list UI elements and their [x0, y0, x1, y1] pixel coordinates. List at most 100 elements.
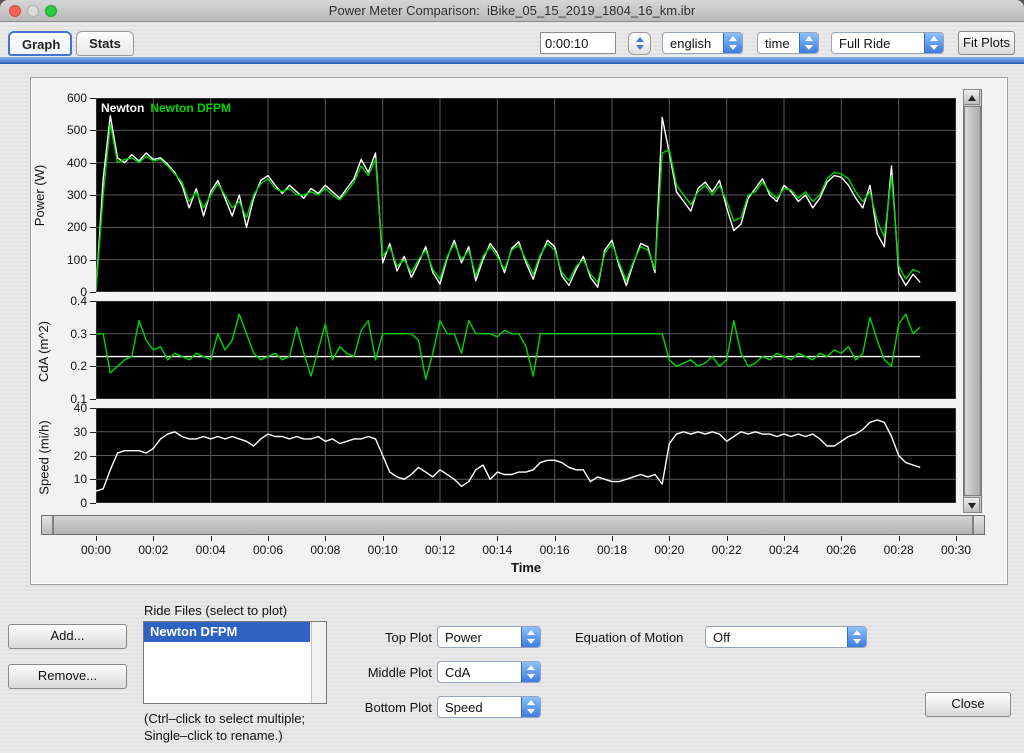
x-tick-label: 00:02: [130, 543, 176, 557]
plot-panel: Power (W) CdA (m^2) Speed (mi/h) NewtonN…: [30, 77, 1008, 585]
equation-of-motion-select[interactable]: Off: [705, 626, 867, 648]
horizontal-scrollbar-thumb[interactable]: [53, 516, 973, 534]
x-tick-mark: [727, 536, 728, 541]
remove-button[interactable]: Remove...: [8, 664, 127, 689]
combo-arrows-icon: [521, 662, 540, 682]
y-tick-label: 500: [31, 123, 87, 137]
cda-chart-plot: [96, 301, 956, 399]
y-tick-label: 300: [31, 188, 87, 202]
middle-plot-value: CdA: [445, 665, 470, 680]
speed-chart-plot: [96, 408, 956, 503]
y-tick-label: 600: [31, 91, 87, 105]
x-tick-label: 00:08: [302, 543, 348, 557]
y-tick-label: 40: [31, 401, 87, 415]
y-tick-mark: [90, 408, 96, 409]
y-tick-mark: [90, 130, 96, 131]
equation-of-motion-value: Off: [713, 630, 730, 645]
x-tick-mark: [669, 536, 670, 541]
x-tick-mark: [325, 536, 326, 541]
y-tick-label: 10: [31, 472, 87, 486]
bottom-plot-label: Bottom Plot: [355, 700, 432, 715]
x-tick-mark: [383, 536, 384, 541]
x-tick-label: 00:24: [761, 543, 807, 557]
y-tick-mark: [90, 366, 96, 367]
scroll-up-button[interactable]: [963, 89, 980, 105]
list-scrollbar[interactable]: [311, 622, 326, 703]
x-tick-label: 00:18: [589, 543, 635, 557]
list-hint: (Ctrl–click to select multiple; Single–c…: [144, 710, 305, 744]
horizontal-scrollbar[interactable]: [41, 515, 985, 535]
stepper-down-icon[interactable]: [636, 45, 644, 50]
y-tick-mark: [90, 432, 96, 433]
legend-newton-dfpm: Newton DFPM: [150, 101, 231, 115]
y-tick-mark: [90, 260, 96, 261]
equation-of-motion-label: Equation of Motion: [575, 630, 683, 645]
hscroll-right-cap[interactable]: [973, 516, 984, 534]
add-button[interactable]: Add...: [8, 624, 127, 649]
ride-range-value: Full Ride: [839, 36, 890, 51]
tab-graph[interactable]: Graph: [8, 31, 72, 56]
power-chart-plot: [96, 98, 956, 292]
tab-stats[interactable]: Stats: [76, 31, 134, 56]
legend-newton: Newton: [101, 101, 144, 115]
time-window-input[interactable]: [540, 32, 616, 54]
x-tick-label: 00:10: [360, 543, 406, 557]
bottom-plot-select[interactable]: Speed: [437, 696, 541, 718]
chart-legend: Newton Newton DFPM: [101, 101, 237, 115]
units-select[interactable]: english: [662, 32, 743, 54]
power-chart[interactable]: [96, 98, 956, 292]
vertical-scrollbar[interactable]: [963, 89, 982, 513]
y-tick-label: 0.2: [31, 359, 87, 373]
x-tick-mark: [899, 536, 900, 541]
middle-plot-select[interactable]: CdA: [437, 661, 541, 683]
fit-plots-button[interactable]: Fit Plots: [958, 31, 1015, 55]
ride-files-label: Ride Files (select to plot): [144, 603, 287, 618]
bottom-plot-value: Speed: [445, 700, 483, 715]
x-tick-label: 00:04: [188, 543, 234, 557]
ride-range-select[interactable]: Full Ride: [831, 32, 944, 54]
list-item[interactable]: Newton DFPM: [144, 622, 310, 642]
y-tick-label: 400: [31, 156, 87, 170]
y-tick-mark: [90, 227, 96, 228]
stepper-up-icon[interactable]: [636, 37, 644, 42]
x-tick-mark: [612, 536, 613, 541]
x-tick-mark: [96, 536, 97, 541]
title-bar: Power Meter Comparison: iBike_05_15_2019…: [0, 0, 1024, 22]
y-tick-mark: [90, 399, 96, 400]
x-tick-label: 00:06: [245, 543, 291, 557]
top-plot-select[interactable]: Power: [437, 626, 541, 648]
cda-chart[interactable]: [96, 301, 956, 399]
x-tick-mark: [956, 536, 957, 541]
x-tick-label: 00:16: [532, 543, 578, 557]
scroll-down-button[interactable]: [963, 497, 980, 513]
time-window-stepper[interactable]: [628, 32, 651, 55]
vertical-scrollbar-thumb[interactable]: [964, 106, 981, 496]
y-tick-mark: [90, 292, 96, 293]
x-tick-mark: [153, 536, 154, 541]
x-tick-mark: [211, 536, 212, 541]
y-tick-label: 30: [31, 425, 87, 439]
y-tick-mark: [90, 334, 96, 335]
top-plot-label: Top Plot: [378, 630, 432, 645]
y-tick-mark: [90, 503, 96, 504]
x-tick-label: 00:12: [417, 543, 463, 557]
y-tick-label: 0.3: [31, 327, 87, 341]
x-tick-mark: [555, 536, 556, 541]
app-window: Power Meter Comparison: iBike_05_15_2019…: [0, 0, 1024, 753]
window-title: Power Meter Comparison: iBike_05_15_2019…: [0, 3, 1024, 18]
x-tick-mark: [841, 536, 842, 541]
y-tick-mark: [90, 163, 96, 164]
top-plot-value: Power: [445, 630, 482, 645]
close-button[interactable]: Close: [925, 692, 1011, 717]
x-axis-title: Time: [511, 560, 541, 575]
speed-chart[interactable]: [96, 408, 956, 503]
hscroll-left-cap[interactable]: [42, 516, 53, 534]
ride-files-list[interactable]: Newton DFPM: [143, 621, 327, 704]
y-tick-mark: [90, 301, 96, 302]
x-tick-label: 00:26: [818, 543, 864, 557]
x-tick-label: 00:30: [933, 543, 979, 557]
combo-arrows-icon: [723, 33, 742, 53]
y-tick-mark: [90, 456, 96, 457]
x-axis-mode-select[interactable]: time: [757, 32, 819, 54]
x-tick-label: 00:28: [876, 543, 922, 557]
